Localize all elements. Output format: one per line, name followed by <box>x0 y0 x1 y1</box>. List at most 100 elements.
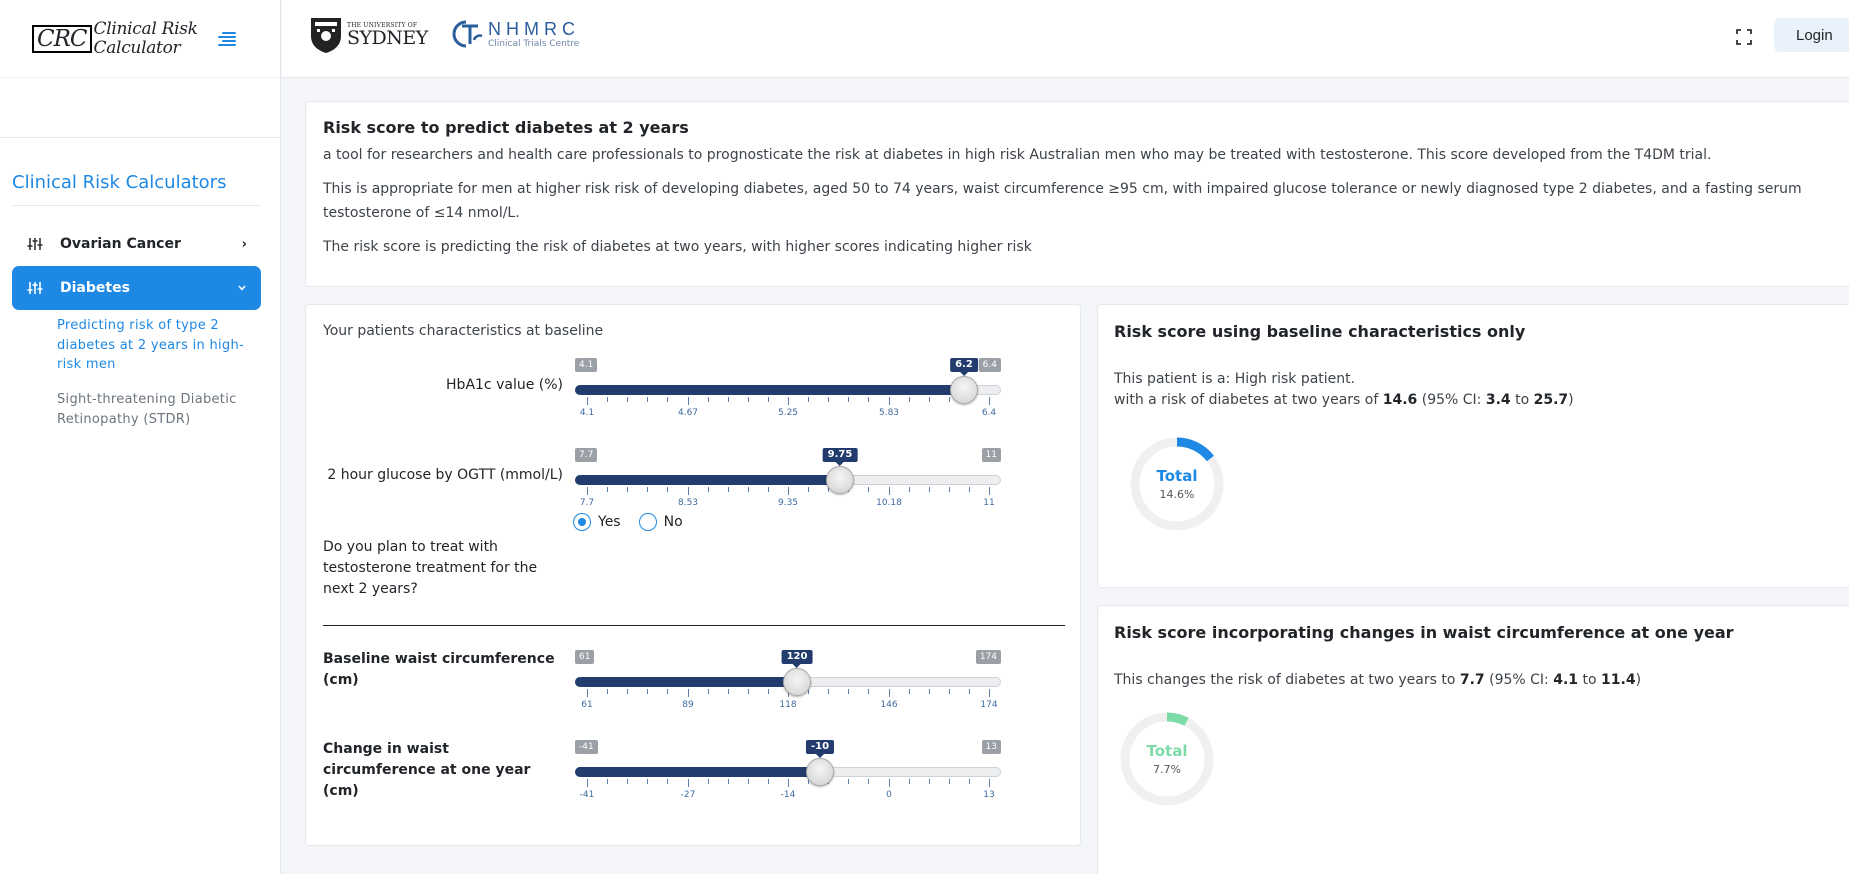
result-waist-title: Risk score incorporating changes in wais… <box>1114 623 1734 642</box>
slider-tick-label: 6.4 <box>981 408 997 418</box>
nhmrc-small-text: Clinical Trials Centre <box>488 38 580 49</box>
slider-min-label: 4.1 <box>575 358 598 372</box>
sublink-stdr[interactable]: Sight-threatening Diabetic Retinopathy (… <box>57 390 247 429</box>
slider-tick <box>667 689 668 694</box>
result-waist-text: This changes the risk of diabetes at two… <box>1114 670 1641 691</box>
topbar: THE UNIVERSITY OF SYDNEY NHMRC Clinical … <box>282 0 1849 78</box>
slider-handle[interactable] <box>826 466 854 494</box>
radio-no-dot[interactable] <box>638 513 657 531</box>
slider-tick <box>647 779 648 784</box>
slider-tick <box>748 487 749 492</box>
text-fragment: to <box>1510 392 1534 408</box>
slider-tick <box>909 689 910 694</box>
sidebar-item-label: Ovarian Cancer <box>60 236 181 252</box>
slider-tick-label: 4.67 <box>677 408 699 418</box>
slider-tick <box>748 397 749 402</box>
slider-handle[interactable] <box>806 758 834 786</box>
slider-max-label: 6.4 <box>978 358 1001 372</box>
radio-no[interactable]: No <box>638 513 683 531</box>
slider-tick <box>688 689 689 697</box>
slider-tick <box>667 487 668 492</box>
slider-handle[interactable] <box>783 668 811 696</box>
slider-tick <box>708 487 709 492</box>
slider-tick <box>909 397 910 402</box>
slider-tick-label: 13 <box>983 790 995 800</box>
slider-tick <box>788 397 789 405</box>
slider-tick <box>889 689 890 697</box>
slider-tick <box>969 689 970 694</box>
slider-tick <box>607 689 608 694</box>
info-card: Risk score to predict diabetes at 2 year… <box>305 101 1849 287</box>
ci-high: 25.7 <box>1533 392 1569 408</box>
slider-tick <box>768 397 769 402</box>
slider-tick <box>868 487 869 492</box>
slider-tick <box>989 397 990 405</box>
slider-value-label: 6.2 <box>950 358 978 376</box>
slider-tick <box>587 487 588 495</box>
radio-yes-dot[interactable] <box>573 513 591 531</box>
slider-max-label: 174 <box>975 650 1001 664</box>
slider-tick <box>929 779 930 784</box>
donut-value: 7.7% <box>1153 763 1181 776</box>
slider-tick <box>728 487 729 492</box>
login-button[interactable]: Login <box>1774 18 1849 52</box>
slider-tick <box>688 487 689 495</box>
slider-tick <box>868 397 869 402</box>
slider-tick <box>728 779 729 784</box>
slider-tick-label: 11 <box>983 498 995 508</box>
menu-toggle-icon[interactable] <box>217 31 236 46</box>
sidebar-item-ovarian-cancer[interactable]: Ovarian Cancer › <box>12 222 261 266</box>
hba1c-label: HbA1c value (%) <box>446 377 563 393</box>
nhmrc-logo[interactable]: NHMRC Clinical Trials Centre <box>452 18 580 50</box>
slider-tick-label: -41 <box>579 790 595 800</box>
slider-tick <box>949 779 950 784</box>
slider-tick-label: 118 <box>779 700 797 710</box>
sublink-diabetes-risk-men[interactable]: Predicting risk of type 2 diabetes at 2 … <box>57 316 247 375</box>
result-baseline-line1: This patient is a: High risk patient. <box>1114 371 1356 387</box>
donut-label: Total <box>1156 467 1198 485</box>
slider-tick <box>607 779 608 784</box>
waist-change-slider[interactable]: -41 13 -10 -41 -27 -14 0 13 <box>575 740 1001 810</box>
text-fragment: ) <box>1568 392 1574 408</box>
hba1c-slider[interactable]: 4.1 6.4 6.2 4.1 4.67 5.25 5.83 6.4 <box>575 358 1001 428</box>
slider-tick-label: 4.1 <box>579 408 595 418</box>
slider-tick <box>587 689 588 697</box>
sidebar-title: Clinical Risk Calculators <box>12 172 227 193</box>
slider-tick <box>989 487 990 495</box>
slider-tick-label: 5.25 <box>777 408 799 418</box>
brand: CRC Clinical Risk Calculator <box>0 0 280 78</box>
waist-slider[interactable]: 61 174 120 61 89 118 146 174 <box>575 650 1001 720</box>
slider-tick <box>708 397 709 402</box>
text-fragment: This changes the risk of diabetes at two… <box>1114 672 1460 688</box>
slider-tick <box>828 689 829 694</box>
slider-tick <box>848 779 849 784</box>
slider-handle[interactable] <box>950 376 978 404</box>
slider-value-label: 120 <box>781 650 813 668</box>
waist-label: Baseline waist circumference (cm) <box>323 651 555 688</box>
slider-tick <box>848 397 849 402</box>
fullscreen-icon[interactable] <box>1734 27 1754 47</box>
university-of-sydney-logo[interactable]: THE UNIVERSITY OF SYDNEY <box>309 16 428 54</box>
slider-tick <box>929 397 930 402</box>
brand-logo[interactable]: CRC Clinical Risk Calculator <box>32 19 198 58</box>
slider-tick <box>768 779 769 784</box>
sidebar-item-diabetes[interactable]: Diabetes <box>12 266 261 310</box>
chevron-down-icon <box>238 285 246 291</box>
ci-high: 11.4 <box>1601 672 1636 688</box>
slider-tick <box>868 779 869 784</box>
radio-yes[interactable]: Yes <box>573 513 621 531</box>
slider-tick-label: 8.53 <box>677 498 699 508</box>
slider-ticks <box>575 487 1001 497</box>
result-card-waist-change: Risk score incorporating changes in wais… <box>1097 605 1849 874</box>
info-paragraph-3: The risk score is predicting the risk of… <box>323 239 1032 255</box>
slider-fill <box>575 475 840 485</box>
slider-ticks <box>575 397 1001 407</box>
slider-tick <box>647 487 648 492</box>
slider-tick <box>607 397 608 402</box>
glucose-slider[interactable]: 7.7 11 9.75 7.7 8.53 9.35 10.18 11 <box>575 448 1001 518</box>
slider-tick <box>889 397 890 405</box>
slider-tick-label: 9.35 <box>777 498 799 508</box>
slider-tick <box>587 397 588 405</box>
slider-tick-label: 7.7 <box>579 498 595 508</box>
crest-icon <box>311 18 341 53</box>
